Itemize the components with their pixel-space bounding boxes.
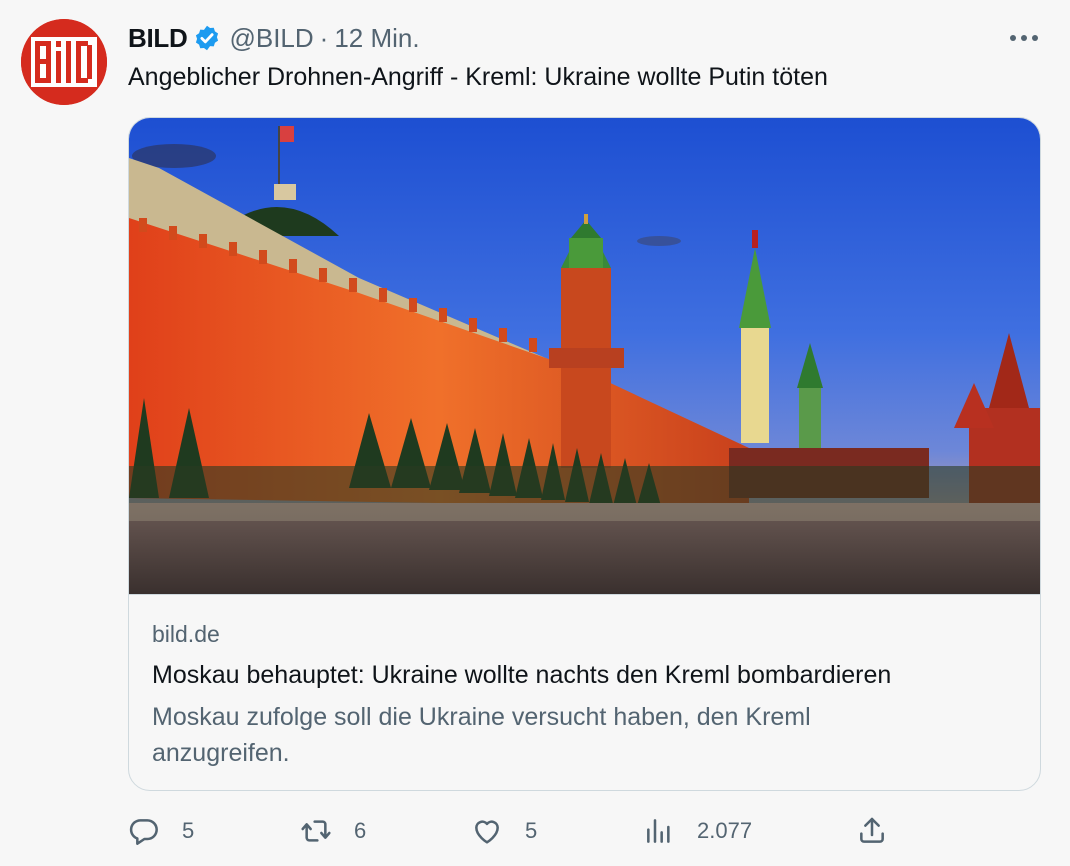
separator-dot: · <box>319 22 329 53</box>
author-handle[interactable]: @BILD <box>229 23 313 54</box>
tweet-header: BILD @BILD · 12 Min. <box>128 22 420 54</box>
share-upload-icon <box>860 817 884 843</box>
link-card[interactable]: bild.de Moskau behauptet: Ukraine wollte… <box>128 117 1041 791</box>
card-title: Moskau behauptet: Ukraine wollte nachts … <box>152 661 892 689</box>
like-count: 5 <box>525 818 538 843</box>
card-domain: bild.de <box>152 621 220 647</box>
bild-logo-icon <box>21 19 107 105</box>
more-options-button[interactable] <box>1004 22 1044 54</box>
verified-badge-icon <box>196 25 219 51</box>
action-bar: 5 6 5 2.077 <box>128 812 1041 850</box>
timestamp[interactable]: 12 Min. <box>334 23 419 54</box>
reply-bubble-icon <box>129 819 158 845</box>
reply-count: 5 <box>182 818 195 843</box>
card-body: bild.de Moskau behauptet: Ukraine wollte… <box>129 594 1040 790</box>
views-button[interactable]: 2.077 <box>643 812 752 850</box>
retweet-arrows-icon <box>301 820 331 842</box>
more-dots-icon <box>1010 35 1038 41</box>
view-count: 2.077 <box>697 818 753 843</box>
avatar[interactable] <box>21 19 107 105</box>
reply-button[interactable]: 5 <box>128 812 194 850</box>
card-image-kremlin <box>129 118 1040 594</box>
author-name[interactable]: BILD <box>128 23 188 54</box>
card-description: Moskau zufolge soll die Ukraine versucht… <box>152 703 811 767</box>
like-button[interactable]: 5 <box>471 812 537 850</box>
bar-chart-icon <box>647 819 670 843</box>
share-button[interactable] <box>856 812 888 850</box>
retweet-button[interactable]: 6 <box>300 812 366 850</box>
heart-icon <box>475 820 499 844</box>
retweet-count: 6 <box>354 818 367 843</box>
tweet-text: Angeblicher Drohnen-Angriff - Kreml: Ukr… <box>128 63 828 91</box>
